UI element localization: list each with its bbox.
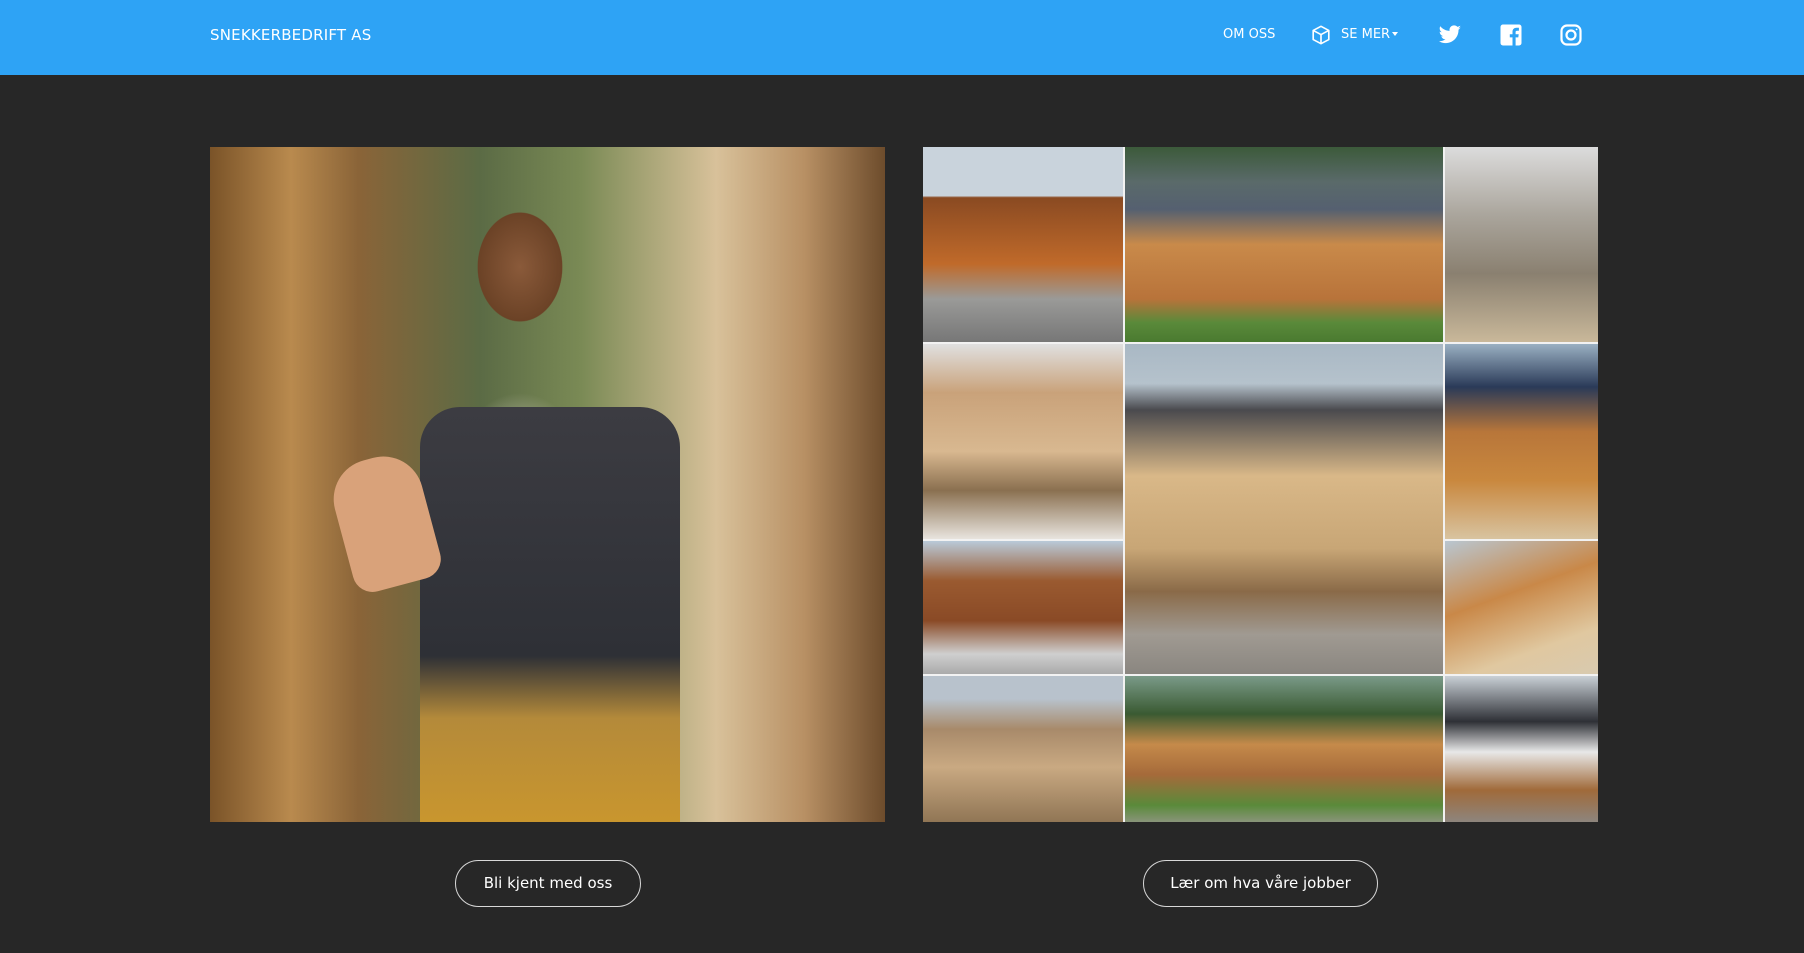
facebook-link[interactable] — [1499, 23, 1523, 47]
learn-jobs-button[interactable]: Lær om hva våre jobber — [1143, 860, 1378, 907]
nav-dropdown-se-mer[interactable]: SE MER — [1310, 0, 1399, 70]
collage-tile — [923, 147, 1123, 342]
collage-tile — [923, 676, 1123, 822]
collage-tile — [1125, 676, 1443, 822]
nav-link-om-oss[interactable]: OM OSS — [1223, 0, 1275, 70]
twitter-link[interactable] — [1438, 23, 1462, 47]
houses-collage-photo — [923, 147, 1598, 822]
carpenter-photo — [210, 147, 885, 822]
twitter-icon — [1438, 25, 1461, 44]
collage-tile — [1445, 344, 1598, 539]
caret-down-icon — [1392, 32, 1399, 36]
collage-tile — [1125, 147, 1443, 342]
collage-tile — [1445, 541, 1598, 674]
instagram-icon — [1560, 24, 1582, 46]
collage-tile — [1125, 344, 1443, 674]
brand-logo-link[interactable]: SNEKKERBEDRIFT AS — [210, 0, 371, 70]
instagram-link[interactable] — [1559, 23, 1583, 47]
meet-us-button[interactable]: Bli kjent med oss — [455, 860, 641, 907]
top-navbar: SNEKKERBEDRIFT AS OM OSS SE MER — [0, 0, 1804, 75]
collage-tile — [1445, 147, 1598, 342]
collage-tile — [923, 344, 1123, 539]
cube-icon — [1312, 25, 1330, 45]
nav-dropdown-label: SE MER — [1341, 27, 1391, 42]
collage-tile — [1445, 676, 1598, 822]
collage-tile — [923, 541, 1123, 674]
facebook-icon — [1500, 24, 1522, 46]
